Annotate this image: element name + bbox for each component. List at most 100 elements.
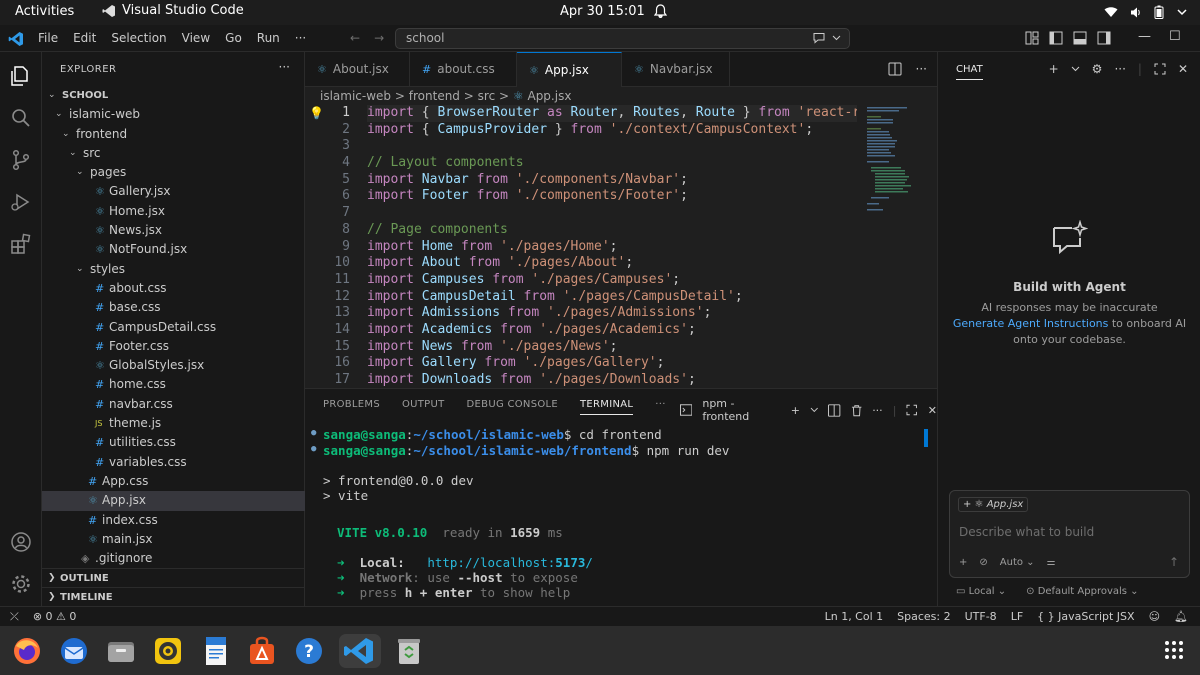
tree-file[interactable]: ◈ .gitignore <box>42 549 305 568</box>
show-apps-grid-icon[interactable] <box>1164 640 1184 660</box>
chevron-down-icon[interactable] <box>832 35 841 41</box>
tree-folder[interactable]: ⌄ src <box>42 144 305 163</box>
code-line[interactable]: import Footer from './components/Footer'… <box>367 188 857 205</box>
panel-more-icon[interactable]: ··· <box>872 404 883 417</box>
generate-instructions-link[interactable]: Generate Agent Instructions <box>953 317 1109 330</box>
rhythmbox-icon[interactable] <box>151 634 185 668</box>
tree-file[interactable]: # CampusDetail.css <box>42 318 305 337</box>
code-line[interactable]: import Campuses from './pages/Campuses'; <box>367 272 857 289</box>
tree-file[interactable]: # Footer.css <box>42 337 305 356</box>
tab-problems[interactable]: PROBLEMS <box>323 399 380 415</box>
menu-more[interactable]: ··· <box>295 31 306 45</box>
tab-app-jsx[interactable]: ⚛ App.jsx <box>517 52 622 87</box>
code-lines[interactable]: import { BrowserRouter as Router, Routes… <box>367 105 857 388</box>
system-tray[interactable] <box>1104 5 1188 19</box>
code-line[interactable]: import Downloads from './pages/Downloads… <box>367 372 857 388</box>
tree-file[interactable]: # base.css <box>42 298 305 317</box>
help-icon[interactable]: ? <box>292 634 326 668</box>
mode-icon[interactable]: ⊘ <box>979 557 987 568</box>
menu-go[interactable]: Go <box>225 31 242 45</box>
firefox-icon[interactable] <box>10 634 44 668</box>
code-line[interactable]: import About from './pages/About'; <box>367 255 857 272</box>
context-chip[interactable]: + ⚛ App.jsx <box>958 497 1029 512</box>
vscode-dock-icon[interactable] <box>339 634 381 668</box>
chat-input[interactable]: Describe what to build <box>959 525 1094 539</box>
terminal-name[interactable]: npm - frontend <box>702 397 780 423</box>
new-chat-icon[interactable]: + <box>1049 62 1059 76</box>
remote-icon[interactable]: ⤫ <box>10 610 19 624</box>
editor-more-icon[interactable]: ··· <box>916 62 927 76</box>
code-editor[interactable]: 💡 1 2 3 4 5 6 7 8 9 10 11 12 13 14 15 16 17 import { Bro… <box>305 105 937 388</box>
code-line[interactable]: ​ <box>367 205 857 222</box>
code-line[interactable]: import Home from './pages/Home'; <box>367 239 857 256</box>
activities-button[interactable]: Activities <box>15 4 74 19</box>
tree-folder[interactable]: ⌄ pages <box>42 163 305 182</box>
chevron-down-icon[interactable] <box>1071 66 1080 72</box>
code-line[interactable]: // Layout components <box>367 155 857 172</box>
app-center-icon[interactable] <box>245 634 279 668</box>
source-control-icon[interactable] <box>9 148 33 172</box>
back-arrow-icon[interactable]: ← <box>350 31 360 45</box>
tab-debug-console[interactable]: DEBUG CONSOLE <box>467 399 558 415</box>
tree-file[interactable]: # utilities.css <box>42 433 305 452</box>
code-line[interactable]: import Academics from './pages/Academics… <box>367 322 857 339</box>
code-line[interactable]: ​ <box>367 138 857 155</box>
code-line[interactable]: import News from './pages/News'; <box>367 339 857 356</box>
tree-folder[interactable]: ⌄ frontend <box>42 125 305 144</box>
explorer-more-actions[interactable]: ··· <box>279 60 290 74</box>
tree-file[interactable]: ⚛ NotFound.jsx <box>42 240 305 259</box>
breadcrumb-islamic-web[interactable]: islamic-web <box>320 89 391 103</box>
toggle-panel-icon[interactable] <box>1073 31 1087 45</box>
split-editor-icon[interactable] <box>888 62 902 76</box>
clock[interactable]: Apr 30 15:01 <box>560 4 645 19</box>
tree-file[interactable]: ⚛ App.jsx <box>42 491 305 511</box>
extensions-icon[interactable] <box>9 232 33 256</box>
menu-file[interactable]: File <box>38 31 58 45</box>
menu-view[interactable]: View <box>182 31 210 45</box>
approvals-picker[interactable]: ⊙ Default Approvals ⌄ <box>1026 586 1138 597</box>
command-center[interactable]: school <box>395 28 850 49</box>
tree-file[interactable]: JS theme.js <box>42 414 305 433</box>
timeline-section[interactable]: ❯ TIMELINE <box>42 587 305 606</box>
session-target[interactable]: ▭ Local ⌄ <box>956 586 1006 597</box>
tree-file[interactable]: ⚛ Home.jsx <box>42 202 305 221</box>
indentation[interactable]: Spaces: 2 <box>897 610 950 623</box>
tree-file[interactable]: ⚛ GlobalStyles.jsx <box>42 356 305 375</box>
tab-terminal[interactable]: TERMINAL <box>580 399 634 415</box>
close-panel-icon[interactable]: ✕ <box>928 404 937 417</box>
tab-navbar-jsx[interactable]: ⚛ Navbar.jsx <box>622 52 730 87</box>
problems-status[interactable]: ⊗ 0 ⚠ 0 <box>33 610 77 624</box>
toggle-secondary-sidebar-icon[interactable] <box>1097 31 1111 45</box>
code-line[interactable]: // Page components <box>367 222 857 239</box>
copilot-status-icon[interactable]: ☺ <box>1149 610 1160 623</box>
cursor-position[interactable]: Ln 1, Col 1 <box>825 610 884 623</box>
manage-gear-icon[interactable] <box>9 572 33 596</box>
libreoffice-writer-icon[interactable] <box>198 634 232 668</box>
send-icon[interactable]: ↑ <box>1169 555 1179 569</box>
tab-about-jsx[interactable]: ⚛ About.jsx <box>305 52 410 87</box>
copilot-chat-icon[interactable] <box>812 32 826 44</box>
run-and-debug-icon[interactable] <box>9 190 33 214</box>
encoding[interactable]: UTF-8 <box>965 610 997 623</box>
chat-more-icon[interactable]: ··· <box>1114 62 1125 76</box>
tree-file[interactable]: # home.css <box>42 375 305 394</box>
add-context-icon[interactable]: + <box>959 557 967 568</box>
tree-file[interactable]: ⚛ News.jsx <box>42 221 305 240</box>
code-line[interactable]: import Navbar from './components/Navbar'… <box>367 172 857 189</box>
chat-input-box[interactable]: + ⚛ App.jsx Describe what to build + ⊘ A… <box>949 490 1190 578</box>
panel-more[interactable]: ··· <box>655 399 665 415</box>
minimap[interactable] <box>865 105 925 215</box>
new-terminal-icon[interactable]: + <box>791 404 800 417</box>
tree-file[interactable]: ⚛ main.jsx <box>42 530 305 549</box>
breadcrumb-app-jsx[interactable]: App.jsx <box>527 89 571 103</box>
search-icon[interactable] <box>9 106 33 130</box>
minimize-icon[interactable]: — <box>1138 29 1151 44</box>
account-icon[interactable] <box>9 530 33 554</box>
explorer-icon[interactable] <box>9 64 33 88</box>
split-terminal-icon[interactable] <box>828 403 841 417</box>
forward-arrow-icon[interactable]: → <box>374 31 384 45</box>
trash-icon[interactable] <box>851 404 862 417</box>
code-line[interactable]: import CampusDetail from './pages/Campus… <box>367 289 857 306</box>
tools-icon[interactable]: ⚌ <box>1047 557 1056 568</box>
chat-title[interactable]: CHAT <box>956 64 983 80</box>
